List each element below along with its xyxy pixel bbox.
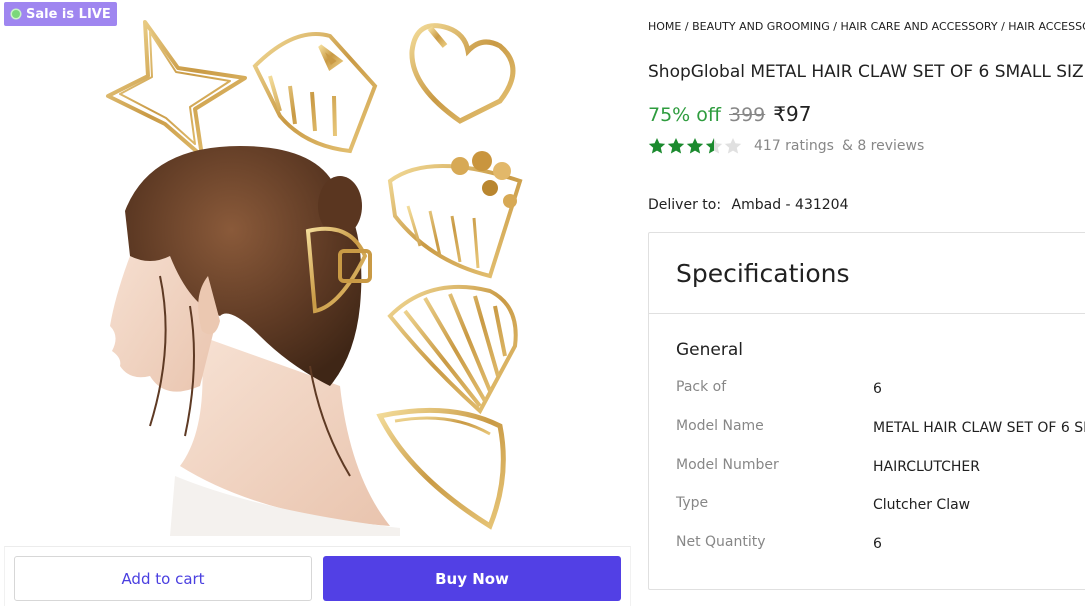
specifications-header: Specifications [649,233,1085,314]
discount-label: 75% off [648,104,721,126]
add-to-cart-button[interactable]: Add to cart [14,556,312,601]
star-icon [705,138,723,154]
star-claw-icon [106,20,247,158]
specifications-card: Specifications General Pack of 6 Model N… [648,232,1085,590]
selling-price: ₹97 [773,102,812,126]
spec-row: Pack of 6 [676,379,1085,403]
breadcrumb[interactable]: HOME / BEAUTY AND GROOMING / HAIR CARE A… [648,20,1085,33]
product-details: HOME / BEAUTY AND GROOMING / HAIR CARE A… [648,0,1085,605]
spec-value: 6 [873,536,882,552]
spec-value: 6 [873,381,882,397]
buy-now-button[interactable]: Buy Now [323,556,621,601]
reviews-count[interactable]: & 8 reviews [842,138,924,154]
spec-row: Net Quantity 6 [676,534,1085,558]
deliver-label: Deliver to: [648,197,722,213]
model-head [110,146,400,536]
spec-key: Type [676,495,709,511]
spec-value: METAL HAIR CLAW SET OF 6 SMALL SIZE [873,420,1085,436]
product-image[interactable] [90,6,540,536]
moon-claw-icon [376,407,506,530]
delivery-info[interactable]: Deliver to: Ambad - 431204 [648,197,848,213]
spec-row: Model Name METAL HAIR CLAW SET OF 6 SMAL… [676,418,1085,442]
flower-claw-icon [387,151,523,279]
spec-row: Type Clutcher Claw [676,495,1085,519]
product-title: ShopGlobal METAL HAIR CLAW SET OF 6 SMAL… [648,62,1085,82]
spec-row: Model Number HAIRCLUTCHER [676,457,1085,481]
rating-row[interactable]: 417 ratings & 8 reviews [648,137,924,155]
mrp-price: 399 [729,104,766,126]
spec-key: Model Name [676,418,764,434]
spec-value: Clutcher Claw [873,497,971,513]
spec-group-title: General [676,340,743,360]
spec-value: HAIRCLUTCHER [873,459,980,475]
shell-claw-icon [387,284,518,415]
spec-key: Pack of [676,379,727,395]
ratings-count[interactable]: 417 ratings [754,138,834,154]
heart-claw-icon [409,23,516,124]
delivery-location[interactable]: Ambad - 431204 [732,197,849,213]
product-gallery: Sale is LIVE Add to cart Buy Now [0,0,632,606]
specifications-title: Specifications [676,259,850,288]
rating-stars [648,137,742,155]
star-icon [648,138,666,154]
live-dot-icon [12,10,20,18]
action-bar: Add to cart Buy Now [4,546,631,606]
cage-claw-icon [252,32,378,154]
star-icon [667,138,685,154]
price-row: 75% off 399 ₹97 [648,102,811,126]
star-icon [686,138,704,154]
spec-key: Model Number [676,457,779,473]
spec-key: Net Quantity [676,534,766,550]
star-icon [724,138,742,154]
